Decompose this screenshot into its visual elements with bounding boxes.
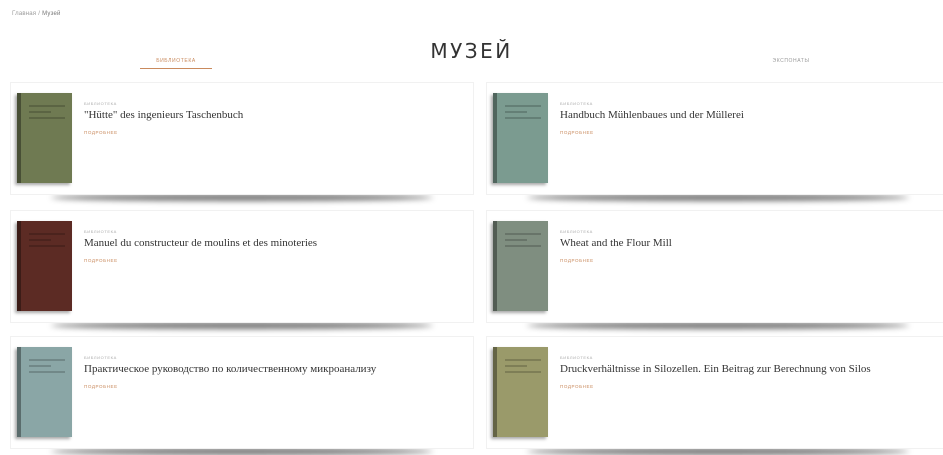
- book-title[interactable]: Практическое руководство по количественн…: [84, 363, 461, 375]
- book-card: Библиотека Handbuch Mühlenbaues und der …: [486, 82, 943, 201]
- book-category: Библиотека: [84, 229, 117, 234]
- book-cover-image[interactable]: [493, 221, 548, 311]
- book-cover-image[interactable]: [493, 93, 548, 183]
- book-cover-image[interactable]: [17, 93, 72, 183]
- card-shadow: [51, 448, 433, 455]
- card-shadow: [527, 448, 909, 455]
- book-category: Библиотека: [560, 101, 593, 106]
- card-shadow: [527, 194, 909, 201]
- book-card: Библиотека Manuel du constructeur de mou…: [10, 210, 474, 329]
- book-cover-image[interactable]: [17, 221, 72, 311]
- book-title[interactable]: Druckverhältnisse in Silozellen. Ein Bei…: [560, 363, 937, 375]
- book-title[interactable]: Manuel du constructeur de moulins et des…: [84, 237, 461, 249]
- book-cover-image[interactable]: [17, 347, 72, 437]
- book-title[interactable]: "Hütte" des ingenieurs Taschenbuch: [84, 109, 461, 121]
- read-more-link[interactable]: Подробнее: [84, 258, 461, 263]
- read-more-link[interactable]: Подробнее: [84, 130, 461, 135]
- read-more-link[interactable]: Подробнее: [560, 130, 937, 135]
- book-card: Библиотека Практическое руководство по к…: [10, 336, 474, 455]
- card-shadow: [527, 322, 909, 329]
- read-more-link[interactable]: Подробнее: [560, 384, 937, 389]
- book-category: Библиотека: [84, 101, 117, 106]
- card-shadow: [51, 194, 433, 201]
- card-shadow: [51, 322, 433, 329]
- book-card: Библиотека Druckverhältnisse in Silozell…: [486, 336, 943, 455]
- book-card: Библиотека "Hütte" des ingenieurs Tasche…: [10, 82, 474, 201]
- book-category: Библиотека: [560, 355, 593, 360]
- book-grid: Библиотека "Hütte" des ingenieurs Tasche…: [0, 0, 943, 455]
- read-more-link[interactable]: Подробнее: [560, 258, 937, 263]
- book-category: Библиотека: [560, 229, 593, 234]
- book-card: Библиотека Wheat and the Flour Mill Подр…: [486, 210, 943, 329]
- book-category: Библиотека: [84, 355, 117, 360]
- read-more-link[interactable]: Подробнее: [84, 384, 461, 389]
- book-cover-image[interactable]: [493, 347, 548, 437]
- book-title[interactable]: Handbuch Mühlenbaues und der Müllerei: [560, 109, 937, 121]
- book-title[interactable]: Wheat and the Flour Mill: [560, 237, 937, 249]
